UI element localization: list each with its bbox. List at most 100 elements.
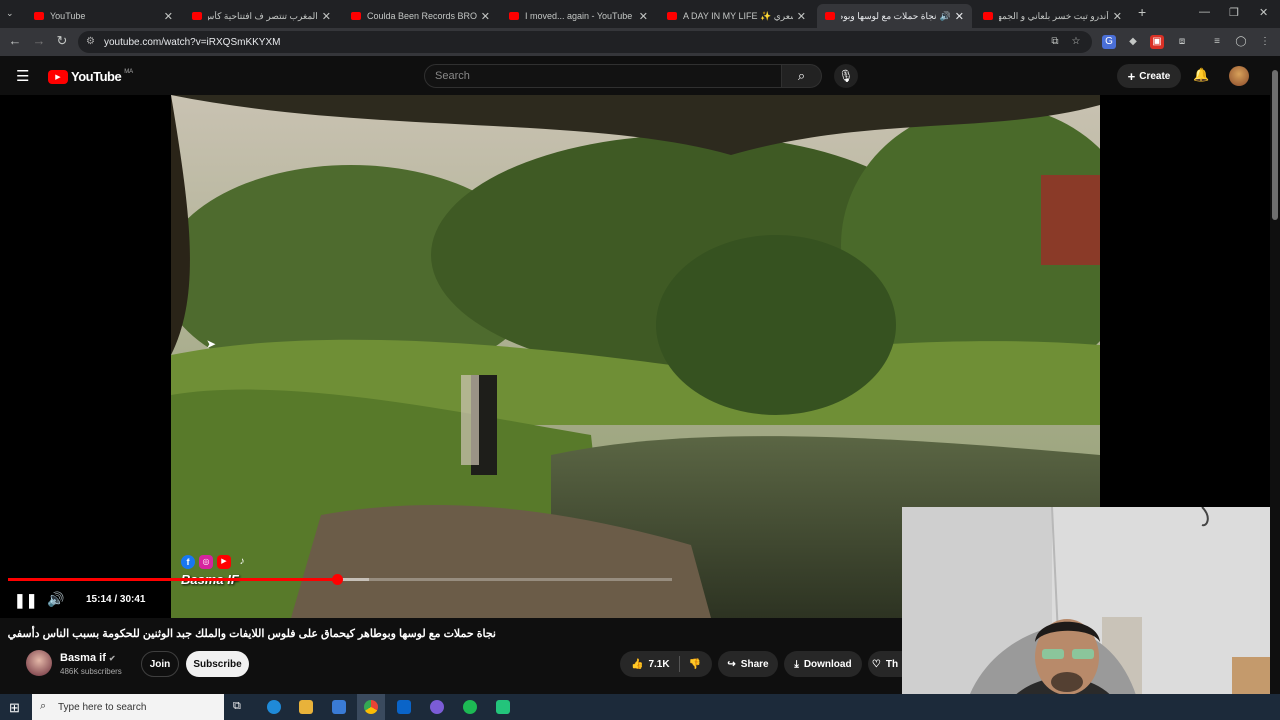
audio-playing-icon[interactable]: 🔊 (940, 11, 951, 22)
close-tab-icon[interactable]: ✕ (955, 10, 964, 23)
restore-icon[interactable]: ❐ (1229, 6, 1239, 19)
instagram-icon: ◎ (199, 555, 213, 569)
browser-tab-strip: ⌄ YouTube✕ المغرب تنتصر ف افتتاحية كأس ا… (0, 0, 1280, 28)
create-button[interactable]: + Create (1117, 64, 1181, 88)
youtube-favicon-icon (509, 12, 519, 20)
extensions-puzzle-icon[interactable]: ⧈ (1175, 35, 1189, 49)
webcam-feed-image (902, 507, 1280, 720)
voice-search-button[interactable]: 🎙 (834, 64, 858, 88)
site-info-icon[interactable]: ⚙ (86, 36, 95, 47)
youtube-favicon-icon (192, 12, 202, 20)
page-scrollbar[interactable] (1270, 56, 1280, 694)
youtube-social-icon: ▶ (217, 555, 231, 569)
close-tab-icon[interactable]: ✕ (1113, 10, 1122, 23)
youtube-favicon-icon (351, 12, 361, 20)
browser-tab[interactable]: A DAY IN MY LIFE ✨ نعت شعري✕ (659, 4, 814, 28)
verified-badge-icon: ✔ (108, 653, 116, 663)
close-window-icon[interactable]: ✕ (1259, 6, 1268, 19)
dislike-button[interactable]: 👎 (689, 659, 701, 670)
microsoft-store-icon[interactable] (332, 700, 346, 714)
close-tab-icon[interactable]: ✕ (639, 10, 648, 23)
chrome-icon[interactable] (364, 700, 378, 714)
search-button[interactable]: ⌕ (782, 64, 822, 88)
youtube-favicon-icon (983, 12, 993, 20)
subscribe-button[interactable]: Subscribe (186, 651, 249, 677)
time-display: 15:14 / 30:41 (86, 594, 146, 605)
profile-icon[interactable]: ◯ (1234, 35, 1248, 49)
youtube-favicon-icon (825, 12, 835, 20)
close-tab-icon[interactable]: ✕ (322, 10, 331, 23)
messenger-icon[interactable] (430, 700, 444, 714)
facebook-icon: f (181, 555, 195, 569)
webcam-overlay (902, 507, 1280, 720)
close-tab-icon[interactable]: ✕ (481, 10, 490, 23)
volume-icon[interactable]: 🔊 (47, 591, 64, 608)
channel-name[interactable]: Basma if (60, 652, 106, 664)
minimize-icon[interactable]: — (1199, 6, 1210, 18)
bookmark-star-icon[interactable]: ☆ (1069, 35, 1083, 49)
video-progress-bar[interactable] (8, 574, 672, 585)
download-button[interactable]: ⤓ Download (784, 651, 862, 677)
task-view-icon[interactable]: ⧉ (233, 700, 241, 713)
tiktok-icon: ♪ (239, 556, 245, 567)
youtube-header: ☰ ▶ YouTube MA Search ⌕ 🎙 + Create 🔔 (0, 56, 1270, 96)
video-title: نجاة حملات مع لوسها وبوطاهر كيحماق على ف… (7, 628, 496, 640)
join-button[interactable]: Join (141, 651, 179, 677)
windows-start-icon[interactable]: ⊞ (9, 700, 20, 716)
account-avatar[interactable] (1229, 66, 1249, 86)
microphone-icon: 🎙 (838, 69, 854, 83)
spotify-icon[interactable] (463, 700, 477, 714)
youtube-favicon-icon (34, 12, 44, 20)
reload-icon[interactable]: ↻ (53, 33, 71, 49)
pdf-extension-icon[interactable]: ▣ (1150, 35, 1164, 49)
app-icon[interactable] (496, 700, 510, 714)
back-icon[interactable]: ← (6, 33, 24, 48)
youtube-logo[interactable]: ▶ YouTube MA (48, 69, 133, 84)
windows-taskbar: ⊞ ⌕ Type here to search ⧉ (0, 694, 1280, 720)
close-tab-icon[interactable]: ✕ (164, 10, 173, 23)
edge-browser-icon[interactable] (267, 700, 281, 714)
address-bar[interactable]: ⚙ youtube.com/watch?v=iRXQSmKKYXM (78, 31, 1092, 53)
plus-icon: + (1127, 68, 1136, 84)
channel-name-row[interactable]: Basma if ✔ (60, 652, 116, 664)
extension-icon[interactable]: ◆ (1126, 35, 1140, 49)
outlook-icon[interactable] (397, 700, 411, 714)
thumbs-up-icon: 👍 (630, 658, 644, 670)
download-icon: ⤓ (794, 658, 799, 670)
url-text: youtube.com/watch?v=iRXQSmKKYXM (104, 36, 281, 48)
browser-tab[interactable]: Coulda Been Records BROOKLYN✕ (343, 4, 498, 28)
progress-fill (8, 578, 338, 581)
like-button[interactable]: 👍 7.1K (631, 659, 670, 670)
social-icons-overlay: f ◎ ▶ ♪ (181, 555, 249, 569)
pause-button[interactable]: ❚❚ (14, 592, 37, 609)
browser-tab[interactable]: I moved... again - YouTube ✕ (501, 4, 656, 28)
browser-tab[interactable]: أندرو تيت خسر بلعاني و الجمهور ✕ (975, 4, 1130, 28)
search-input[interactable]: Search (424, 64, 782, 88)
taskbar-search-input[interactable]: ⌕ Type here to search (32, 694, 224, 720)
new-tab-icon[interactable]: + (1138, 4, 1146, 20)
share-icon: ↪ (727, 658, 736, 670)
search-icon: ⌕ (40, 700, 47, 712)
share-button[interactable]: ↪ Share (718, 651, 778, 677)
hamburger-menu-icon[interactable]: ☰ (16, 67, 29, 85)
notifications-bell-icon[interactable]: 🔔 (1193, 67, 1209, 83)
browser-tab[interactable]: المغرب تنتصر ف افتتاحية كأس الأ✕ (184, 4, 339, 28)
search-icon: ⌕ (797, 68, 806, 83)
forward-icon[interactable]: → (30, 33, 48, 48)
close-tab-icon[interactable]: ✕ (797, 10, 806, 23)
install-app-icon[interactable]: ⧉ (1048, 35, 1062, 49)
browser-tab[interactable]: YouTube ✕ (26, 4, 181, 28)
subscriber-count: 486K subscribers (60, 667, 122, 676)
youtube-favicon-icon (667, 12, 677, 20)
scrollbar-thumb[interactable] (1272, 70, 1278, 220)
browser-tab-active[interactable]: نجاة حملات مع لوسها وبوطاه🔊✕ (817, 4, 972, 28)
reading-list-icon[interactable]: ≡ (1210, 35, 1224, 49)
tab-search-chevron-icon[interactable]: ⌄ (6, 8, 14, 19)
mouse-cursor-icon: ➤ (206, 337, 217, 351)
channel-avatar[interactable] (26, 650, 52, 676)
translate-extension-icon[interactable]: G (1102, 35, 1116, 49)
file-explorer-icon[interactable] (299, 700, 313, 714)
browser-menu-icon[interactable]: ⋮ (1258, 35, 1272, 49)
divider (678, 656, 680, 672)
thanks-button[interactable]: ♡ Th (868, 651, 902, 677)
